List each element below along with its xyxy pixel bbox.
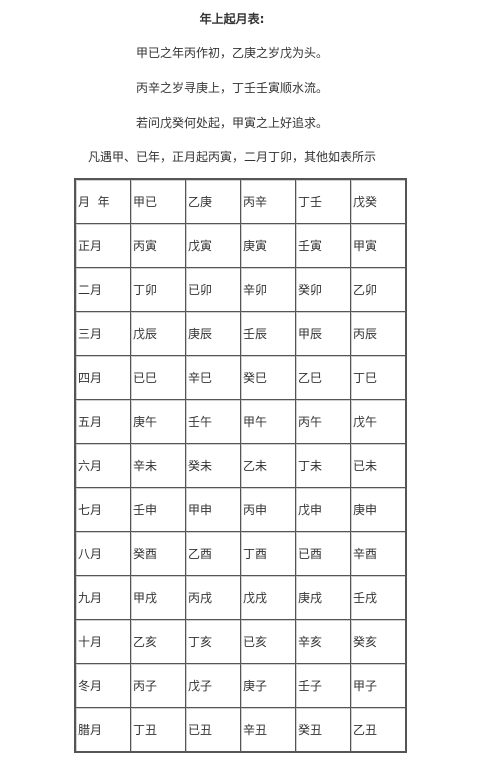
table-cell: 已未 xyxy=(350,443,407,488)
table-cell: 戊午 xyxy=(350,399,407,444)
table-cell: 已亥 xyxy=(240,619,296,664)
table-cell: 癸亥 xyxy=(350,619,407,664)
table-row: 六月 辛未 癸未 乙未 丁未 已未 xyxy=(74,443,407,488)
table-cell: 甲戌 xyxy=(130,575,186,620)
table-cell: 丁亥 xyxy=(185,619,241,664)
table-cell: 庚戌 xyxy=(295,575,351,620)
table-row: 八月 癸酉 乙酉 丁酉 已酉 辛酉 xyxy=(74,531,407,576)
table-row: 二月 丁卯 已卯 辛卯 癸卯 乙卯 xyxy=(74,267,407,312)
table-cell: 甲午 xyxy=(240,399,296,444)
table-header-cell: 乙庚 xyxy=(185,178,241,224)
month-label-cell: 二月 xyxy=(74,267,131,312)
table-cell: 丙午 xyxy=(295,399,351,444)
table-row: 三月 戊辰 庚辰 壬辰 甲辰 丙辰 xyxy=(74,311,407,356)
table-cell: 甲子 xyxy=(350,663,407,708)
table-cell: 甲辰 xyxy=(295,311,351,356)
table-cell: 庚子 xyxy=(240,663,296,708)
verse-line-2: 丙辛之岁寻庚上，丁壬壬寅顺水流。 xyxy=(135,81,328,95)
month-label-cell: 八月 xyxy=(74,531,131,576)
month-label-cell: 冬月 xyxy=(74,663,131,708)
verse-line-3: 若问戊癸何处起，甲寅之上好追求。 xyxy=(135,116,328,130)
table-cell: 戊寅 xyxy=(185,223,241,268)
month-label-cell: 九月 xyxy=(74,575,131,620)
table-cell: 庚辰 xyxy=(185,311,241,356)
table-cell: 庚申 xyxy=(350,487,407,532)
table-cell: 庚寅 xyxy=(240,223,296,268)
table-header-cell: 甲已 xyxy=(130,178,186,224)
table-cell: 乙丑 xyxy=(350,707,407,753)
table-cell: 乙亥 xyxy=(130,619,186,664)
table-cell: 丁未 xyxy=(295,443,351,488)
table-row: 十月 乙亥 丁亥 已亥 辛亥 癸亥 xyxy=(74,619,407,664)
month-label-cell: 腊月 xyxy=(74,707,131,753)
table-cell: 辛卯 xyxy=(240,267,296,312)
table-cell: 癸未 xyxy=(185,443,241,488)
table-cell: 乙巳 xyxy=(295,355,351,400)
table-cell: 癸丑 xyxy=(295,707,351,753)
table-cell: 辛未 xyxy=(130,443,186,488)
table-cell: 庚午 xyxy=(130,399,186,444)
table-row: 腊月 丁丑 已丑 辛丑 癸丑 乙丑 xyxy=(74,707,407,753)
verse-line-1: 甲已之年丙作初，乙庚之岁戊为头。 xyxy=(135,46,328,60)
table-cell: 丁丑 xyxy=(130,707,186,753)
table-header-cell: 丙辛 xyxy=(240,178,296,224)
table-cell: 戊申 xyxy=(295,487,351,532)
table-row: 五月 庚午 壬午 甲午 丙午 戊午 xyxy=(74,399,407,444)
table-cell: 戊戌 xyxy=(240,575,296,620)
table-row: 七月 壬申 甲申 丙申 戊申 庚申 xyxy=(74,487,407,532)
month-label-cell: 三月 xyxy=(74,311,131,356)
table-cell: 丙寅 xyxy=(130,223,186,268)
table-cell: 壬寅 xyxy=(295,223,351,268)
table-cell: 丁巳 xyxy=(350,355,407,400)
table-cell: 已酉 xyxy=(295,531,351,576)
table-cell: 已卯 xyxy=(185,267,241,312)
table-cell: 壬午 xyxy=(185,399,241,444)
table-header-cell: 戊癸 xyxy=(350,178,407,224)
table-row: 正月 丙寅 戊寅 庚寅 壬寅 甲寅 xyxy=(74,223,407,268)
month-stem-table: 月 年甲已 乙庚 丙辛 丁壬 戊癸 正月 丙寅 戊寅 庚寅 壬寅 甲寅 二月 丁卯 已卯 辛卯 癸卯 乙卯 三月戊… xyxy=(74,178,407,753)
table-cell: 丙辰 xyxy=(350,311,407,356)
table-cell: 丙子 xyxy=(130,663,186,708)
table-row: 九月 甲戌 丙戌 戊戌 庚戌 壬戌 xyxy=(74,575,407,620)
table-cell: 癸巳 xyxy=(240,355,296,400)
table-cell: 甲申 xyxy=(185,487,241,532)
table-cell: 壬戌 xyxy=(350,575,407,620)
month-table-body: 月 年甲已 乙庚 丙辛 丁壬 戊癸 正月 丙寅 戊寅 庚寅 壬寅 甲寅 二月 丁卯 已卯 辛卯 癸卯 乙卯 三月戊… xyxy=(74,178,407,753)
table-row: 四月 已巳 辛巳 癸巳 乙巳 丁巳 xyxy=(74,355,407,400)
table-cell: 已丑 xyxy=(185,707,241,753)
table-header-row: 月 年甲已 乙庚 丙辛 丁壬 戊癸 xyxy=(74,178,407,224)
table-cell: 丙申 xyxy=(240,487,296,532)
month-label-cell: 五月 xyxy=(74,399,131,444)
table-cell: 甲寅 xyxy=(350,223,407,268)
table-row: 冬月 丙子 戊子 庚子 壬子 甲子 xyxy=(74,663,407,708)
table-cell: 癸卯 xyxy=(295,267,351,312)
table-cell: 戊子 xyxy=(185,663,241,708)
table-cell: 戊辰 xyxy=(130,311,186,356)
table-cell: 乙卯 xyxy=(350,267,407,312)
month-label-cell: 四月 xyxy=(74,355,131,400)
table-cell: 辛巳 xyxy=(185,355,241,400)
table-cell: 辛丑 xyxy=(240,707,296,753)
month-label-cell: 六月 xyxy=(74,443,131,488)
table-cell: 丁酉 xyxy=(240,531,296,576)
table-header-cell: 月 年 xyxy=(74,178,131,224)
table-cell: 辛亥 xyxy=(295,619,351,664)
table-cell: 壬辰 xyxy=(240,311,296,356)
table-cell: 壬申 xyxy=(130,487,186,532)
table-cell: 丙戌 xyxy=(185,575,241,620)
table-cell: 丁卯 xyxy=(130,267,186,312)
table-header-cell: 丁壬 xyxy=(295,178,351,224)
table-cell: 乙未 xyxy=(240,443,296,488)
month-label-cell: 正月 xyxy=(74,223,131,268)
explanation-line: 凡遇甲、已年，正月起丙寅，二月丁卯，其他如表所示 xyxy=(87,150,376,164)
table-cell: 乙酉 xyxy=(185,531,241,576)
page-title: 年上起月表: xyxy=(199,12,265,26)
table-cell: 已巳 xyxy=(130,355,186,400)
table-cell: 辛酉 xyxy=(350,531,407,576)
month-label-cell: 七月 xyxy=(74,487,131,532)
table-cell: 壬子 xyxy=(295,663,351,708)
month-label-cell: 十月 xyxy=(74,619,131,664)
table-cell: 癸酉 xyxy=(130,531,186,576)
